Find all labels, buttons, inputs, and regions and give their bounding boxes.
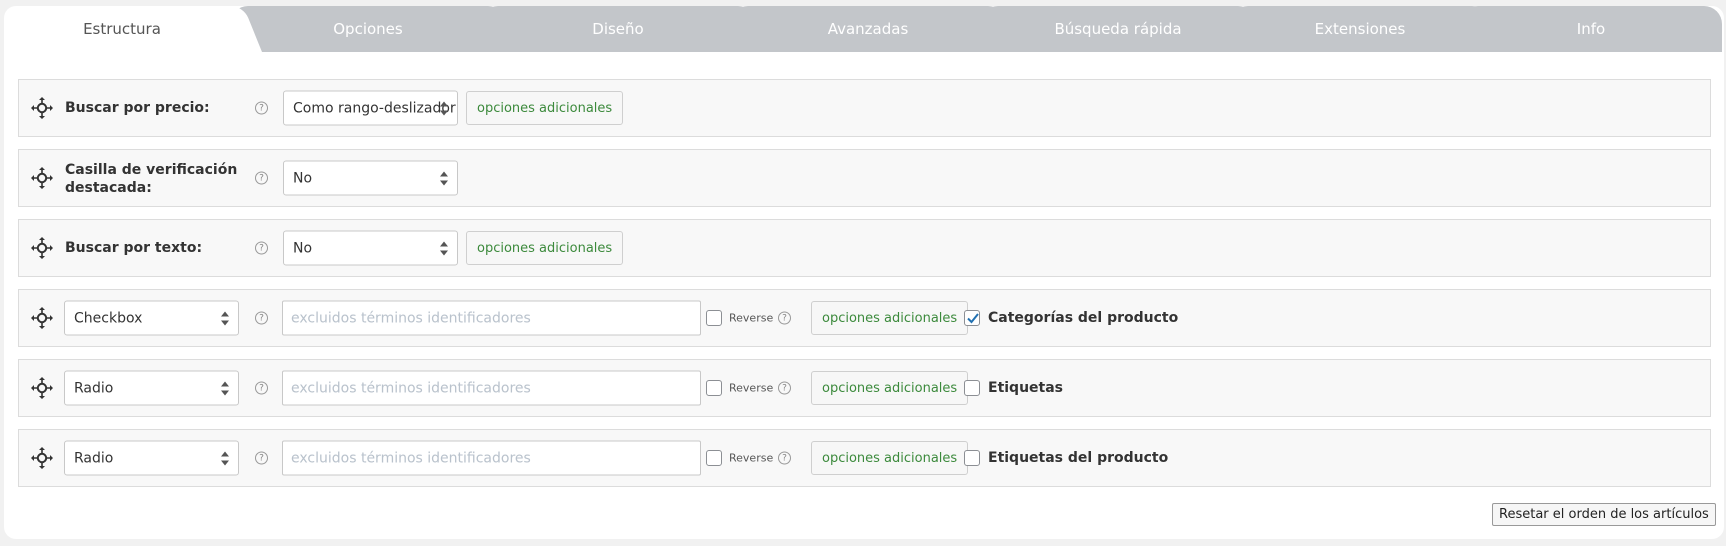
help-icon[interactable]: ?	[255, 311, 268, 325]
tab-estructura[interactable]: Estructura	[4, 6, 240, 52]
select-value: Radio	[74, 380, 114, 396]
tab-label: Estructura	[83, 20, 161, 38]
help-icon[interactable]: ?	[255, 451, 268, 465]
additional-options-button[interactable]: opciones adicionales	[811, 371, 969, 405]
reverse-checkbox[interactable]	[706, 450, 722, 466]
text-search-select[interactable]: No	[283, 230, 458, 266]
tab-avanzadas[interactable]: Avanzadas	[730, 6, 1006, 52]
reverse-label: Reverse	[729, 451, 774, 465]
select-arrows-icon	[440, 171, 448, 185]
featured-select[interactable]: No	[283, 160, 458, 196]
row-label: Casilla de verificación destacada:	[65, 162, 238, 196]
additional-options-button[interactable]: opciones adicionales	[811, 301, 969, 335]
row-label: Buscar por texto:	[65, 240, 203, 256]
drag-handle-icon[interactable]	[30, 96, 54, 120]
tab-info[interactable]: Info	[1460, 6, 1722, 52]
additional-options-button[interactable]: opciones adicionales	[466, 231, 624, 265]
filter-row-product-tags: Radio ? Reverse ? opciones adicionales E…	[18, 429, 1711, 487]
drag-handle-icon[interactable]	[30, 236, 54, 260]
select-arrows-icon	[221, 451, 229, 465]
reverse-label: Reverse	[729, 311, 774, 325]
tab-opciones[interactable]: Opciones	[230, 6, 506, 52]
drag-handle-icon[interactable]	[30, 446, 54, 470]
select-arrows-icon	[221, 311, 229, 325]
select-value: No	[293, 240, 313, 256]
reverse-checkbox[interactable]	[706, 310, 722, 326]
filter-row-tags: Radio ? Reverse ? opciones adicionales E…	[18, 359, 1711, 417]
tab-label: Búsqueda rápida	[1054, 20, 1182, 38]
help-icon[interactable]: ?	[778, 311, 791, 325]
drag-handle-icon[interactable]	[30, 376, 54, 400]
select-value: Checkbox	[74, 310, 143, 326]
row-label: Buscar por precio:	[65, 100, 210, 116]
excluded-terms-input[interactable]	[282, 440, 701, 476]
select-value: Radio	[74, 450, 114, 466]
select-arrows-icon	[440, 241, 448, 255]
tab-extensiones[interactable]: Extensiones	[1230, 6, 1490, 52]
help-icon[interactable]: ?	[255, 171, 268, 185]
select-value: Como rango-deslizador	[293, 100, 456, 116]
filter-type-select[interactable]: Radio	[64, 370, 239, 406]
reverse-checkbox[interactable]	[706, 380, 722, 396]
taxonomy-label: Categorías del producto	[988, 310, 1179, 326]
tab-label: Opciones	[333, 20, 403, 38]
tab-label: Avanzadas	[827, 20, 909, 38]
excluded-terms-input[interactable]	[282, 370, 701, 406]
filter-row-text: Buscar por texto: ? No opciones adiciona…	[18, 219, 1711, 277]
price-display-select[interactable]: Como rango-deslizador	[283, 90, 458, 126]
tab-busqueda-rapida[interactable]: Búsqueda rápida	[980, 6, 1256, 52]
help-icon[interactable]: ?	[255, 241, 268, 255]
additional-options-button[interactable]: opciones adicionales	[466, 91, 624, 125]
taxonomy-label: Etiquetas del producto	[988, 450, 1169, 466]
drag-handle-icon[interactable]	[30, 166, 54, 190]
additional-options-button[interactable]: opciones adicionales	[811, 441, 969, 475]
taxonomy-enabled-checkbox[interactable]	[964, 310, 980, 326]
filter-row-categories: Checkbox ? Reverse ? opciones adicionale…	[18, 289, 1711, 347]
select-value: No	[293, 170, 313, 186]
reset-order-button[interactable]: Resetar el orden de los artículos	[1492, 503, 1716, 526]
select-arrows-icon	[221, 381, 229, 395]
excluded-terms-input[interactable]	[282, 300, 701, 336]
taxonomy-enabled-checkbox[interactable]	[964, 380, 980, 396]
help-icon[interactable]: ?	[778, 381, 791, 395]
drag-handle-icon[interactable]	[30, 306, 54, 330]
filter-row-price: Buscar por precio: ? Como rango-deslizad…	[18, 79, 1711, 137]
taxonomy-enabled-checkbox[interactable]	[964, 450, 980, 466]
help-icon[interactable]: ?	[255, 381, 268, 395]
select-arrows-icon	[440, 101, 448, 115]
tab-label: Extensiones	[1314, 20, 1406, 38]
tab-diseno[interactable]: Diseño	[480, 6, 756, 52]
filter-type-select[interactable]: Checkbox	[64, 300, 239, 336]
checkmark-icon	[967, 313, 979, 324]
filter-row-featured: Casilla de verificación destacada: ? No	[18, 149, 1711, 207]
tab-bar: Info Extensiones Búsqueda rápida Avanzad…	[4, 6, 1724, 52]
help-icon[interactable]: ?	[255, 101, 268, 115]
tab-label: Info	[1576, 20, 1606, 38]
tab-label: Diseño	[592, 20, 644, 38]
reverse-label: Reverse	[729, 381, 774, 395]
taxonomy-label: Etiquetas	[988, 380, 1064, 396]
filter-type-select[interactable]: Radio	[64, 440, 239, 476]
help-icon[interactable]: ?	[778, 451, 791, 465]
